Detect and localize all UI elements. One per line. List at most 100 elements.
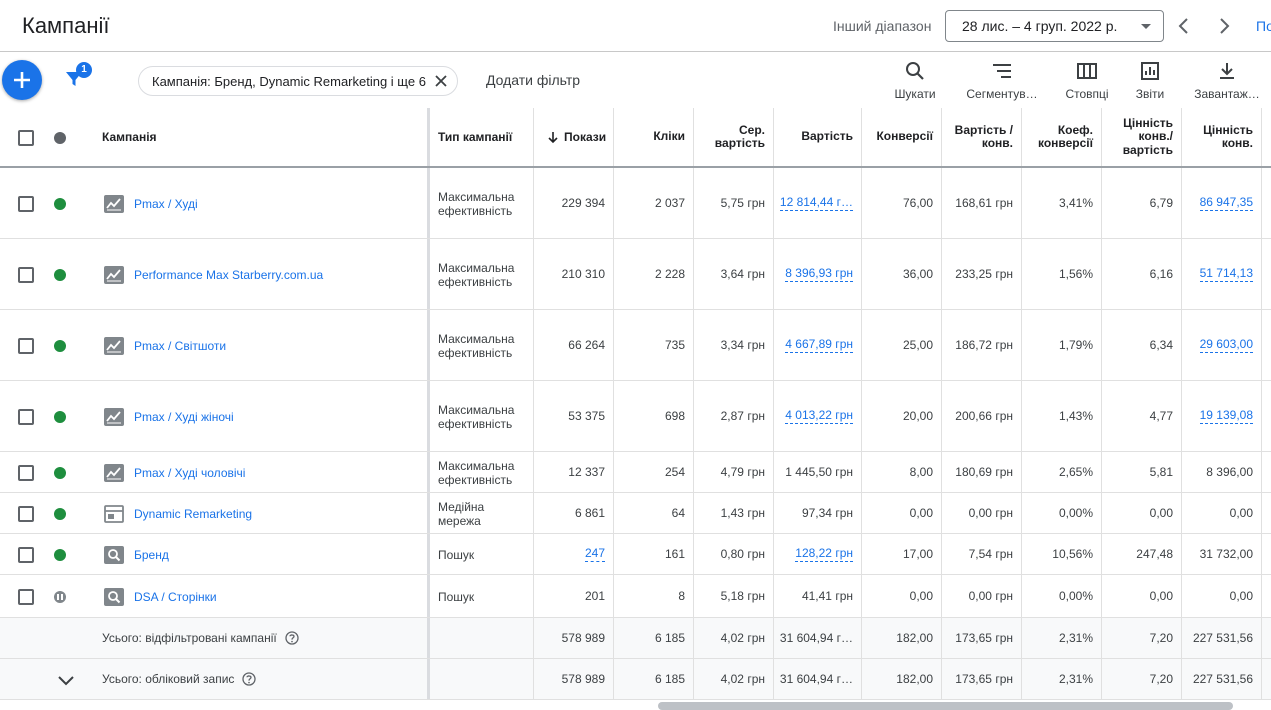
totals-label-text: Усього: обліковий запис: [102, 671, 235, 686]
column-header-cost[interactable]: Вартість: [773, 108, 861, 166]
reports-tool-button[interactable]: Звіти: [1128, 60, 1172, 104]
campaign-name-link[interactable]: Performance Max Starberry.com.ua: [134, 268, 323, 282]
cell-conv-value[interactable]: 51 714,13: [1181, 239, 1261, 309]
column-header-cost-per-conv[interactable]: Вартість / конв.: [941, 108, 1021, 166]
cell-value[interactable]: 8 396,93 грн: [785, 266, 853, 282]
row-checkbox[interactable]: [18, 337, 34, 354]
cell-value: 254: [664, 465, 685, 479]
cell-value[interactable]: 4 013,22 грн: [785, 408, 853, 424]
table-row[interactable]: DSA / Сторінки Пошук 201 8 5,18 грн 41,41 грн…: [0, 575, 1271, 618]
table-row[interactable]: Pmax / Худі жіночі Максимальна ефективніс…: [0, 381, 1271, 452]
filter-chip[interactable]: Кампанія: Бренд, Dynamic Remarketing і щ…: [138, 66, 458, 96]
enabled-status-icon[interactable]: [54, 466, 66, 479]
cell-value[interactable]: 247: [584, 546, 605, 562]
cell-cost[interactable]: 4 667,89 грн: [773, 310, 861, 380]
add-filter-button[interactable]: Додати фільтр: [486, 72, 580, 88]
cell-cost-per-conv: 233,25 грн: [941, 239, 1021, 309]
column-header-conv-value[interactable]: Цінність конв.: [1181, 108, 1261, 166]
column-header-conv-value-cost[interactable]: Цінність конв./ вартість: [1101, 108, 1181, 166]
cell-value[interactable]: 12 814,44 г…: [779, 195, 853, 211]
campaign-name-link[interactable]: Pmax / Худі чоловічі: [134, 466, 245, 480]
campaign-name-link[interactable]: Dynamic Remarketing: [134, 507, 252, 521]
row-checkbox[interactable]: [18, 464, 34, 481]
help-icon[interactable]: [242, 671, 257, 686]
cell-conv-value[interactable]: 29 603,00: [1181, 310, 1261, 380]
enabled-status-icon[interactable]: [54, 548, 66, 561]
toolbar: 1 Кампанія: Бренд, Dynamic Remarketing і…: [0, 52, 1271, 108]
cell-value: 31 604,94 г…: [779, 631, 853, 645]
paused-status-icon[interactable]: [54, 590, 66, 603]
campaign-name-link[interactable]: Pmax / Світшоти: [134, 339, 226, 353]
cell-conv-value[interactable]: 86 947,35: [1181, 168, 1261, 238]
enabled-status-icon[interactable]: [54, 339, 66, 352]
search-tool-button[interactable]: Шукати: [889, 60, 941, 104]
enabled-status-icon[interactable]: [54, 507, 66, 520]
date-range-select[interactable]: 28 лис. – 4 груп. 2022 р.: [945, 10, 1164, 42]
columns-tool-button[interactable]: Стовпці: [1060, 60, 1114, 104]
add-campaign-button[interactable]: [2, 60, 42, 100]
table-row[interactable]: Pmax / Світшоти Максимальна ефективність 6…: [0, 310, 1271, 381]
table-row[interactable]: Performance Max Starberry.com.ua Максимал…: [0, 239, 1271, 310]
row-checkbox[interactable]: [18, 546, 34, 563]
close-icon[interactable]: [433, 73, 449, 89]
enabled-status-icon[interactable]: [54, 410, 66, 423]
cell-value: 2,87 грн: [720, 409, 765, 423]
cell-value: 2,65%: [1058, 465, 1093, 479]
display-icon: [104, 504, 124, 523]
cell-impressions: 201: [533, 575, 613, 617]
column-header-conv-rate[interactable]: Коеф. конверсії: [1021, 108, 1101, 166]
filter-chip-label: Кампанія: Бренд, Dynamic Remarketing і щ…: [152, 74, 426, 89]
top-bar: Кампанії Інший діапазон 28 лис. – 4 груп…: [0, 0, 1271, 52]
table-row[interactable]: Dynamic Remarketing Медійна мережа 6 861 64…: [0, 493, 1271, 534]
column-header-avg-cpc[interactable]: Сер. вартість: [693, 108, 773, 166]
cell-cost[interactable]: 4 013,22 грн: [773, 381, 861, 451]
enabled-status-icon[interactable]: [54, 268, 66, 281]
row-checkbox[interactable]: [18, 408, 34, 425]
cell-conv-value: 227 531,56: [1181, 659, 1261, 699]
column-header-conversions[interactable]: Конверсії: [861, 108, 941, 166]
column-header-campaign[interactable]: Кампанія: [102, 108, 422, 166]
table-row[interactable]: Pmax / Худі Максимальна ефективність 229 3…: [0, 168, 1271, 239]
cell-value[interactable]: 4 667,89 грн: [785, 337, 853, 353]
campaign-name-link[interactable]: Pmax / Худі: [134, 197, 198, 211]
help-icon[interactable]: [285, 630, 299, 645]
cell-value[interactable]: 86 947,35: [1199, 195, 1253, 211]
cell-impressions[interactable]: 247: [533, 534, 613, 574]
table-row[interactable]: Бренд Пошук 247 161 0,80 грн 128,22 грн 17,00 7…: [0, 534, 1271, 575]
cell-cost[interactable]: 128,22 грн: [773, 534, 861, 574]
column-header-type[interactable]: Тип кампанії: [438, 108, 528, 166]
column-header-impressions-label: Покази: [564, 130, 607, 144]
row-checkbox[interactable]: [18, 266, 34, 283]
compare-link[interactable]: По: [1256, 18, 1271, 34]
enabled-status-icon[interactable]: [54, 197, 66, 210]
next-period-button[interactable]: [1212, 12, 1236, 40]
column-header-clicks[interactable]: Кліки: [613, 108, 693, 166]
cell-value[interactable]: 51 714,13: [1199, 266, 1253, 282]
cell-conv-value[interactable]: 19 139,08: [1181, 381, 1261, 451]
cell-conv-value-cost: 0,00: [1101, 575, 1181, 617]
campaign-name-link[interactable]: DSA / Сторінки: [134, 590, 217, 604]
cell-value: 0,00: [1229, 506, 1253, 520]
column-header-impressions[interactable]: Покази: [546, 108, 612, 166]
row-checkbox[interactable]: [18, 505, 34, 522]
row-checkbox[interactable]: [18, 195, 34, 212]
chevron-down-icon[interactable]: [56, 671, 76, 694]
cell-conv-value-cost: 247,48: [1101, 534, 1181, 574]
cell-value[interactable]: 128,22 грн: [795, 546, 853, 562]
cell-cost[interactable]: 8 396,93 грн: [773, 239, 861, 309]
horizontal-scrollbar[interactable]: [658, 702, 1233, 710]
download-tool-button[interactable]: Завантаж…: [1186, 60, 1268, 104]
previous-period-button[interactable]: [1172, 12, 1196, 40]
cell-conv-value-cost: 6,34: [1101, 310, 1181, 380]
table-row[interactable]: Pmax / Худі чоловічі Максимальна ефективн…: [0, 452, 1271, 493]
cell-value[interactable]: 19 139,08: [1199, 408, 1253, 424]
segment-tool-button[interactable]: Сегментув…: [962, 60, 1042, 104]
cell-value: 0,00 грн: [968, 589, 1013, 603]
row-checkbox[interactable]: [18, 588, 34, 605]
campaign-name-link[interactable]: Бренд: [134, 548, 169, 562]
cell-value[interactable]: 29 603,00: [1199, 337, 1253, 353]
cell-cost[interactable]: 12 814,44 г…: [773, 168, 861, 238]
campaign-name-link[interactable]: Pmax / Худі жіночі: [134, 410, 234, 424]
select-all-checkbox[interactable]: [18, 130, 34, 146]
cell-value: 12 337: [568, 465, 605, 479]
